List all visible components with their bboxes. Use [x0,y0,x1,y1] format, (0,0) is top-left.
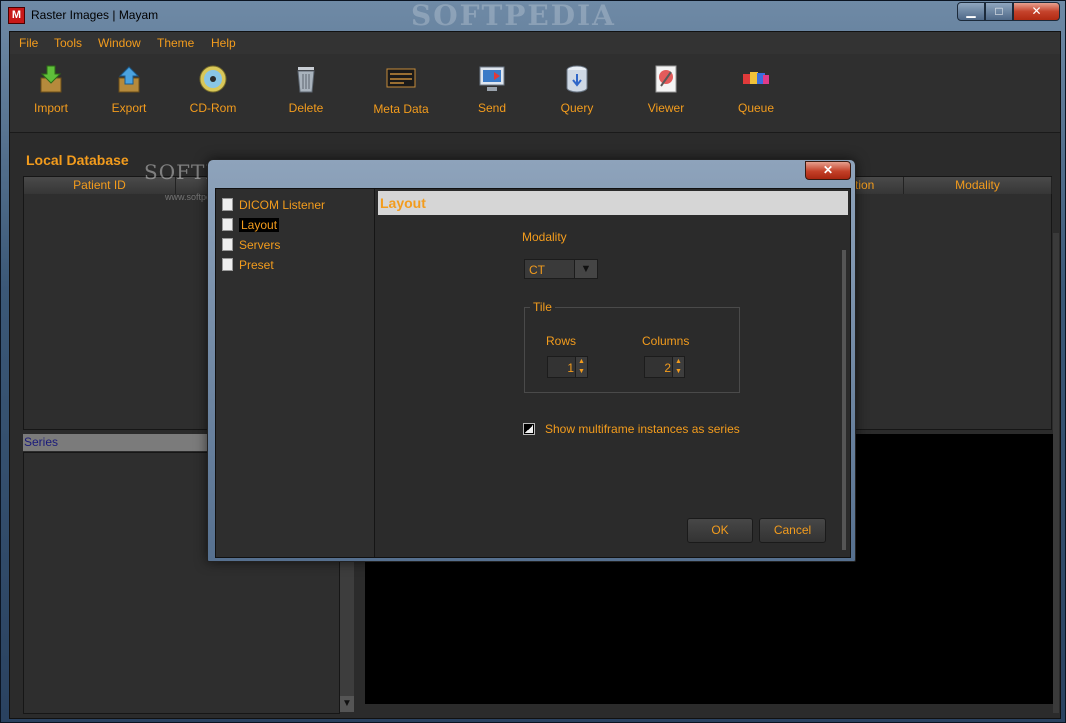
chevron-down-icon[interactable]: ▼ [340,696,354,712]
maximize-button[interactable]: □ [985,2,1013,21]
export-icon [118,66,140,93]
columns-spinner[interactable]: 2 ▲ ▼ [644,356,685,378]
export-label: Export [111,101,147,115]
query-label: Query [560,101,594,115]
tree-item-label: Layout [239,218,280,232]
rows-label: Rows [546,334,577,348]
import-label: Import [33,101,68,115]
delete-button[interactable]: Delete [271,62,341,126]
dialog-scrollbar[interactable] [842,250,846,550]
cd-rom-icon [199,65,227,93]
tree-item-label: Servers [239,238,281,252]
column-header-description[interactable]: tion [855,177,904,194]
menu-theme[interactable]: Theme [157,36,194,50]
menu-bar: File Tools Window Theme Help [10,32,1060,54]
rows-spinner[interactable]: 1 ▲ ▼ [547,356,588,378]
increment-icon[interactable]: ▲ [672,357,684,367]
menu-tools[interactable]: Tools [54,36,82,50]
tree-item-label: Preset [239,258,274,272]
import-icon [40,65,62,93]
queue-icon [743,72,769,84]
meta-data-label: Meta Data [373,102,429,116]
decrement-icon[interactable]: ▼ [672,367,684,377]
column-header-modality[interactable]: Modality [904,177,1052,194]
modality-label: Modality [522,230,567,244]
document-icon [222,238,233,251]
preferences-dialog: ✕ DICOM Listener Layout Servers Preset L… [207,159,856,562]
export-button[interactable]: Export [94,62,164,126]
trash-icon [297,67,315,93]
query-button[interactable]: Query [542,62,612,126]
columns-value: 2 [664,361,671,375]
title-bar[interactable]: M Raster Images | Mayam SOFTPEDIA ▁ □ ✕ [1,0,1065,32]
query-icon [566,65,588,93]
multiframe-checkbox[interactable] [523,423,535,435]
toolbar: Import Export CD-Rom Delete Meta Data Se… [10,54,1060,133]
main-scrollbar[interactable] [1053,233,1059,713]
increment-icon[interactable]: ▲ [575,357,587,367]
dialog-close-button[interactable]: ✕ [805,161,851,180]
document-icon [222,258,233,271]
modality-value: CT [529,263,545,277]
chevron-down-icon[interactable]: ▼ [574,260,597,278]
tree-item-layout[interactable]: Layout [222,217,280,233]
tile-label: Tile [530,300,555,314]
send-icon [479,66,505,91]
settings-tree: DICOM Listener Layout Servers Preset [216,189,375,557]
import-button[interactable]: Import [16,62,86,126]
queue-button[interactable]: Queue [721,62,791,126]
tree-item-dicom-listener[interactable]: DICOM Listener [222,197,325,213]
window-title: Raster Images | Mayam [31,8,159,22]
cd-rom-label: CD-Rom [189,101,237,115]
panel-title: Layout [378,191,848,215]
decrement-icon[interactable]: ▼ [575,367,587,377]
meta-data-icon [386,68,416,88]
app-logo-icon: M [8,7,25,24]
menu-file[interactable]: File [19,36,38,50]
rows-value: 1 [567,361,574,375]
multiframe-label[interactable]: Show multiframe instances as series [545,422,740,436]
document-icon [222,198,233,211]
local-database-title: Local Database [26,152,129,168]
viewer-button[interactable]: Viewer [631,62,701,126]
close-window-button[interactable]: ✕ [1013,2,1060,21]
menu-help[interactable]: Help [211,36,236,50]
menu-window[interactable]: Window [98,36,141,50]
viewer-label: Viewer [647,101,685,115]
tree-item-servers[interactable]: Servers [222,237,280,253]
document-icon [222,218,233,231]
minimize-button[interactable]: ▁ [957,2,985,21]
layout-panel: Layout Modality CT ▼ Tile Rows Columns 1… [376,189,850,557]
cd-rom-button[interactable]: CD-Rom [178,62,248,126]
queue-label: Queue [737,101,775,115]
columns-label: Columns [642,334,690,348]
modality-select[interactable]: CT ▼ [524,259,598,279]
viewer-icon [655,65,677,93]
send-label: Send [477,101,507,115]
delete-label: Delete [288,101,324,115]
meta-data-button[interactable]: Meta Data [366,62,436,126]
tile-group [524,307,740,393]
dialog-body: DICOM Listener Layout Servers Preset Lay… [215,188,851,558]
cancel-button[interactable]: Cancel [759,518,826,543]
send-button[interactable]: Send [457,62,527,126]
tree-item-label: DICOM Listener [239,198,326,212]
tree-item-preset[interactable]: Preset [222,257,274,273]
ok-button[interactable]: OK [687,518,753,543]
watermark-banner: SOFTPEDIA [411,0,616,32]
